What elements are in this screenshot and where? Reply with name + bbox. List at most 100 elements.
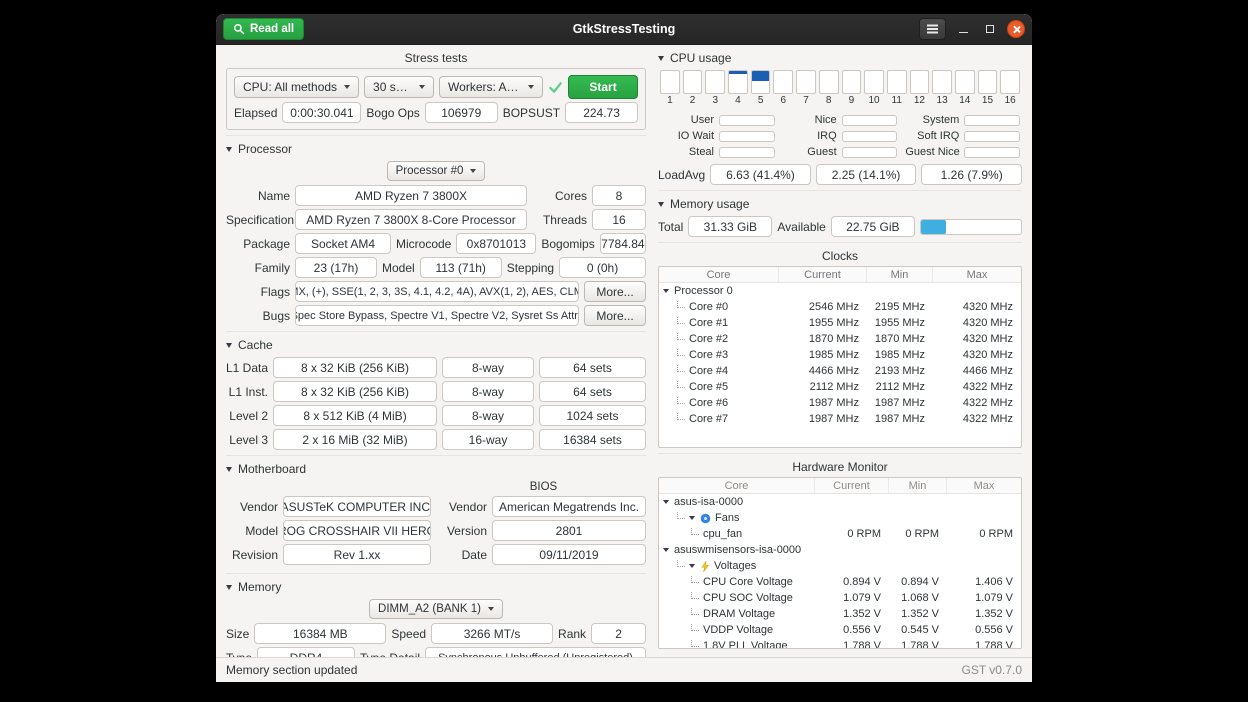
- motherboard-expander[interactable]: Motherboard: [226, 462, 646, 476]
- bogomips-value[interactable]: 7784.84: [600, 233, 646, 254]
- right-column: CPU usage 1: [658, 49, 1022, 653]
- total-memory-value[interactable]: 31.33 GiB: [688, 216, 772, 237]
- bios-version-value[interactable]: 2801: [492, 520, 646, 541]
- family-value[interactable]: 23 (17h): [295, 257, 377, 278]
- dimm-selector-combo[interactable]: DIMM_A2 (BANK 1): [369, 599, 503, 619]
- available-memory-value[interactable]: 22.75 GiB: [831, 216, 915, 237]
- read-all-button[interactable]: Read all: [223, 18, 304, 40]
- stress-duration-combo[interactable]: 30 secs: [364, 76, 434, 98]
- flags-value[interactable]: MMX, (+), SSE(1, 2, 3, 3S, 4.1, 4.2, 4A)…: [295, 281, 579, 302]
- minimize-button[interactable]: [953, 19, 973, 39]
- clocks-header-current[interactable]: Current: [779, 267, 867, 282]
- clock-core-row[interactable]: Core #4 4466 MHz 2193 MHz 4466 MHz: [659, 363, 1021, 379]
- hwmon-voltages-row[interactable]: Voltages: [659, 558, 1021, 574]
- bios-date-value[interactable]: 09/11/2019: [492, 544, 646, 565]
- tree-expander-icon[interactable]: [663, 548, 669, 552]
- bios-vendor-value[interactable]: American Megatrends Inc.: [492, 496, 646, 517]
- loadavg-15min-value[interactable]: 1.26 (7.9%): [921, 164, 1022, 185]
- cache-size-value[interactable]: 8 x 32 KiB (256 KiB): [273, 381, 437, 402]
- microcode-value[interactable]: 0x8701013: [456, 233, 536, 254]
- bogo-ops-value[interactable]: 106979: [425, 102, 498, 123]
- hwmon-group-row[interactable]: asuswmisensors-isa-0000: [659, 542, 1021, 558]
- clock-core-row[interactable]: Core #5 2112 MHz 2112 MHz 4322 MHz: [659, 379, 1021, 395]
- clocks-header-min[interactable]: Min: [867, 267, 933, 282]
- maximize-button[interactable]: [980, 19, 1000, 39]
- cache-ways-value[interactable]: 8-way: [442, 381, 534, 402]
- type-value[interactable]: DDR4: [257, 647, 355, 657]
- cache-ways-value[interactable]: 8-way: [442, 405, 534, 426]
- bopsust-value[interactable]: 224.73: [565, 102, 638, 123]
- voltage-sensor-row[interactable]: DRAM Voltage 1.352 V 1.352 V 1.352 V: [659, 606, 1021, 622]
- bugs-more-button[interactable]: More...: [584, 305, 646, 326]
- cores-value[interactable]: 8: [592, 185, 646, 206]
- type-detail-value[interactable]: Synchronous Unbuffered (Unregistered): [425, 647, 646, 657]
- bugs-value[interactable]: Spec Store Bypass, Spectre V1, Spectre V…: [295, 305, 579, 326]
- elapsed-value[interactable]: 0:00:30.041: [282, 102, 361, 123]
- voltage-sensor-row[interactable]: VDDP Voltage 0.556 V 0.545 V 0.556 V: [659, 622, 1021, 638]
- voltage-sensor-row[interactable]: CPU SOC Voltage 1.079 V 1.068 V 1.079 V: [659, 590, 1021, 606]
- clock-core-row[interactable]: Core #3 1985 MHz 1985 MHz 4320 MHz: [659, 347, 1021, 363]
- titlebar[interactable]: Read all GtkStressTesting: [216, 14, 1032, 45]
- cache-size-value[interactable]: 2 x 16 MiB (32 MiB): [273, 429, 437, 450]
- speed-value[interactable]: 3266 MT/s: [431, 623, 553, 644]
- bios-header-label: BIOS: [441, 481, 646, 496]
- processor-selector-combo[interactable]: Processor #0: [387, 161, 486, 181]
- processor-name-value[interactable]: AMD Ryzen 7 3800X: [295, 185, 527, 206]
- hwmon-header-core[interactable]: Core: [659, 478, 815, 493]
- clock-core-row[interactable]: Core #1 1955 MHz 1955 MHz 4320 MHz: [659, 315, 1021, 331]
- cache-ways-value[interactable]: 8-way: [442, 357, 534, 378]
- cache-sets-value[interactable]: 16384 sets: [539, 429, 646, 450]
- clocks-header-core[interactable]: Core: [659, 267, 779, 282]
- cpu-core-levelbar: [728, 70, 748, 94]
- hwmon-header-current[interactable]: Current: [815, 478, 889, 493]
- cache-sets-value[interactable]: 64 sets: [539, 357, 646, 378]
- start-button[interactable]: Start: [568, 75, 638, 99]
- loadavg-5min-value[interactable]: 2.25 (14.1%): [816, 164, 917, 185]
- voltage-min-value: 0.894 V: [889, 576, 947, 588]
- clock-core-row[interactable]: Core #2 1870 MHz 1870 MHz 4320 MHz: [659, 331, 1021, 347]
- stress-workers-combo[interactable]: Workers: Auto: [439, 76, 543, 98]
- memory-expander[interactable]: Memory: [226, 580, 646, 594]
- cpu-usage-expander[interactable]: CPU usage: [658, 51, 1022, 65]
- cache-sets-value[interactable]: 64 sets: [539, 381, 646, 402]
- package-value[interactable]: Socket AM4: [295, 233, 391, 254]
- memory-usage-expander[interactable]: Memory usage: [658, 197, 1022, 211]
- hwmon-fans-row[interactable]: Fans: [659, 510, 1021, 526]
- cache-ways-value[interactable]: 16-way: [442, 429, 534, 450]
- hwmon-header-min[interactable]: Min: [889, 478, 947, 493]
- voltage-sensor-row[interactable]: 1.8V PLL Voltage 1.788 V 1.788 V 1.788 V: [659, 638, 1021, 649]
- specification-value[interactable]: AMD Ryzen 7 3800X 8-Core Processor: [295, 209, 527, 230]
- cache-size-value[interactable]: 8 x 512 KiB (4 MiB): [273, 405, 437, 426]
- size-value[interactable]: 16384 MB: [254, 623, 386, 644]
- clock-core-row[interactable]: Core #7 1987 MHz 1987 MHz 4322 MHz: [659, 411, 1021, 427]
- threads-value[interactable]: 16: [592, 209, 646, 230]
- stepping-value[interactable]: 0 (0h): [559, 257, 646, 278]
- hwmon-group-row[interactable]: asus-isa-0000: [659, 494, 1021, 510]
- voltage-sensor-row[interactable]: CPU Core Voltage 0.894 V 0.894 V 1.406 V: [659, 574, 1021, 590]
- processor-expander[interactable]: Processor: [226, 142, 646, 156]
- chevron-down-icon: [419, 85, 425, 89]
- cache-expander[interactable]: Cache: [226, 338, 646, 352]
- menu-button[interactable]: [919, 18, 946, 40]
- rank-value[interactable]: 2: [591, 623, 646, 644]
- stress-method-combo[interactable]: CPU: All methods: [234, 76, 359, 98]
- loadavg-1min-value[interactable]: 6.63 (41.4%): [710, 164, 811, 185]
- close-button[interactable]: [1007, 20, 1025, 38]
- board-revision-value[interactable]: Rev 1.xx: [283, 544, 431, 565]
- clock-core-row[interactable]: Core #0 2546 MHz 2195 MHz 4320 MHz: [659, 299, 1021, 315]
- fan-sensor-row[interactable]: cpu_fan 0 RPM 0 RPM 0 RPM: [659, 526, 1021, 542]
- hwmon-header-max[interactable]: Max: [947, 478, 1021, 493]
- tree-expander-icon[interactable]: [689, 564, 695, 568]
- cache-size-value[interactable]: 8 x 32 KiB (256 KiB): [273, 357, 437, 378]
- model-value[interactable]: 113 (71h): [420, 257, 502, 278]
- tree-expander-icon[interactable]: [663, 289, 669, 293]
- tree-expander-icon[interactable]: [663, 500, 669, 504]
- tree-expander-icon[interactable]: [689, 516, 695, 520]
- board-model-value[interactable]: ROG CROSSHAIR VII HERO: [283, 520, 431, 541]
- board-vendor-value[interactable]: ASUSTeK COMPUTER INC.: [283, 496, 431, 517]
- cache-sets-value[interactable]: 1024 sets: [539, 405, 646, 426]
- clocks-header-max[interactable]: Max: [933, 267, 1021, 282]
- clocks-group-row[interactable]: Processor 0: [659, 283, 1021, 299]
- flags-more-button[interactable]: More...: [584, 281, 646, 302]
- clock-core-row[interactable]: Core #6 1987 MHz 1987 MHz 4322 MHz: [659, 395, 1021, 411]
